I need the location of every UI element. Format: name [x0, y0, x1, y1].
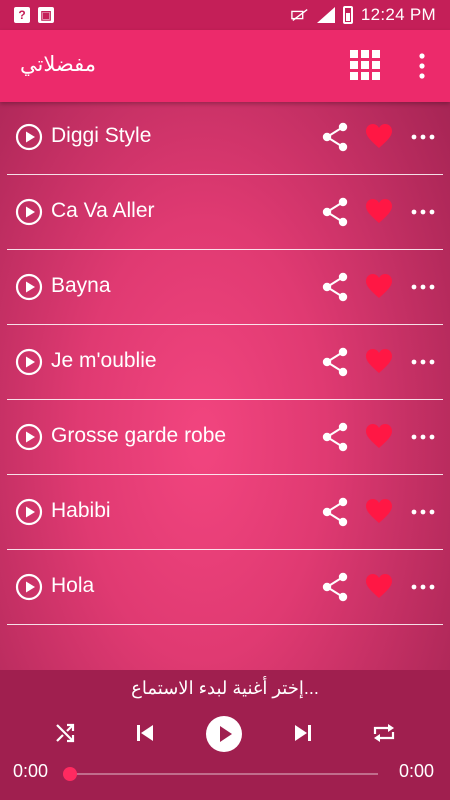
heart-icon[interactable]	[365, 123, 393, 151]
share-icon[interactable]	[321, 497, 349, 527]
song-title: Bayna	[51, 274, 111, 297]
more-horiz-icon[interactable]	[411, 584, 435, 590]
heart-icon[interactable]	[365, 573, 393, 601]
heart-icon[interactable]	[365, 498, 393, 526]
play-icon	[220, 726, 232, 742]
help-notification-icon: ?	[14, 7, 30, 23]
song-title: Hola	[51, 574, 95, 597]
skip-next-icon[interactable]	[292, 722, 314, 744]
song-title: Habibi	[51, 499, 111, 522]
play-icon[interactable]	[15, 273, 43, 301]
heart-icon[interactable]	[365, 198, 393, 226]
player-prompt: إختر أغنية لبدء الاستماع...	[131, 678, 319, 698]
share-icon[interactable]	[321, 122, 349, 152]
heart-icon[interactable]	[365, 348, 393, 376]
repeat-icon[interactable]	[372, 722, 396, 744]
more-horiz-icon[interactable]	[411, 134, 435, 140]
more-horiz-icon[interactable]	[411, 284, 435, 290]
song-row[interactable]: Hola	[7, 550, 443, 625]
play-icon[interactable]	[15, 198, 43, 226]
song-row[interactable]: Habibi	[7, 475, 443, 550]
grid-icon[interactable]	[350, 50, 380, 80]
time-elapsed: 0:00	[13, 761, 49, 781]
share-icon[interactable]	[321, 197, 349, 227]
play-icon[interactable]	[15, 423, 43, 451]
song-list: Diggi Style Ca Va Aller Bayna Je m'oubli…	[0, 100, 450, 625]
play-icon[interactable]	[15, 573, 43, 601]
share-icon[interactable]	[321, 272, 349, 302]
mute-icon	[291, 9, 308, 21]
heart-icon[interactable]	[365, 273, 393, 301]
song-row[interactable]: Je m'oublie	[7, 325, 443, 400]
song-title: Je m'oublie	[51, 349, 157, 372]
song-row[interactable]: Diggi Style	[7, 100, 443, 175]
time-total: 0:00	[399, 761, 435, 781]
battery-icon	[342, 6, 353, 24]
image-notification-icon: ▣	[38, 7, 54, 23]
song-title: Diggi Style	[51, 124, 152, 147]
share-icon[interactable]	[321, 422, 349, 452]
share-icon[interactable]	[321, 572, 349, 602]
more-horiz-icon[interactable]	[411, 359, 435, 365]
status-bar: ? ▣ 12:24 PM	[0, 0, 450, 30]
app-bar: مفضلاتي	[0, 30, 450, 102]
seek-thumb[interactable]	[63, 767, 77, 781]
song-row[interactable]: Grosse garde robe	[7, 400, 443, 475]
song-row[interactable]: Bayna	[7, 250, 443, 325]
song-title: Grosse garde robe	[51, 424, 227, 447]
play-icon[interactable]	[15, 123, 43, 151]
share-icon[interactable]	[321, 347, 349, 377]
song-row[interactable]: Ca Va Aller	[7, 175, 443, 250]
player-bar: إختر أغنية لبدء الاستماع... 0:00 0:00	[0, 670, 450, 800]
skip-previous-icon[interactable]	[134, 722, 156, 744]
more-vert-icon[interactable]	[415, 52, 429, 80]
signal-icon	[316, 7, 335, 23]
play-icon[interactable]	[15, 348, 43, 376]
more-horiz-icon[interactable]	[411, 434, 435, 440]
more-horiz-icon[interactable]	[411, 209, 435, 215]
shuffle-icon[interactable]	[54, 722, 76, 744]
play-icon[interactable]	[15, 498, 43, 526]
heart-icon[interactable]	[365, 423, 393, 451]
seek-bar[interactable]	[63, 767, 378, 781]
page-title: مفضلاتي	[20, 53, 96, 76]
status-time: 12:24 PM	[360, 5, 436, 24]
song-title: Ca Va Aller	[51, 199, 155, 222]
more-horiz-icon[interactable]	[411, 509, 435, 515]
play-button[interactable]	[206, 716, 242, 752]
